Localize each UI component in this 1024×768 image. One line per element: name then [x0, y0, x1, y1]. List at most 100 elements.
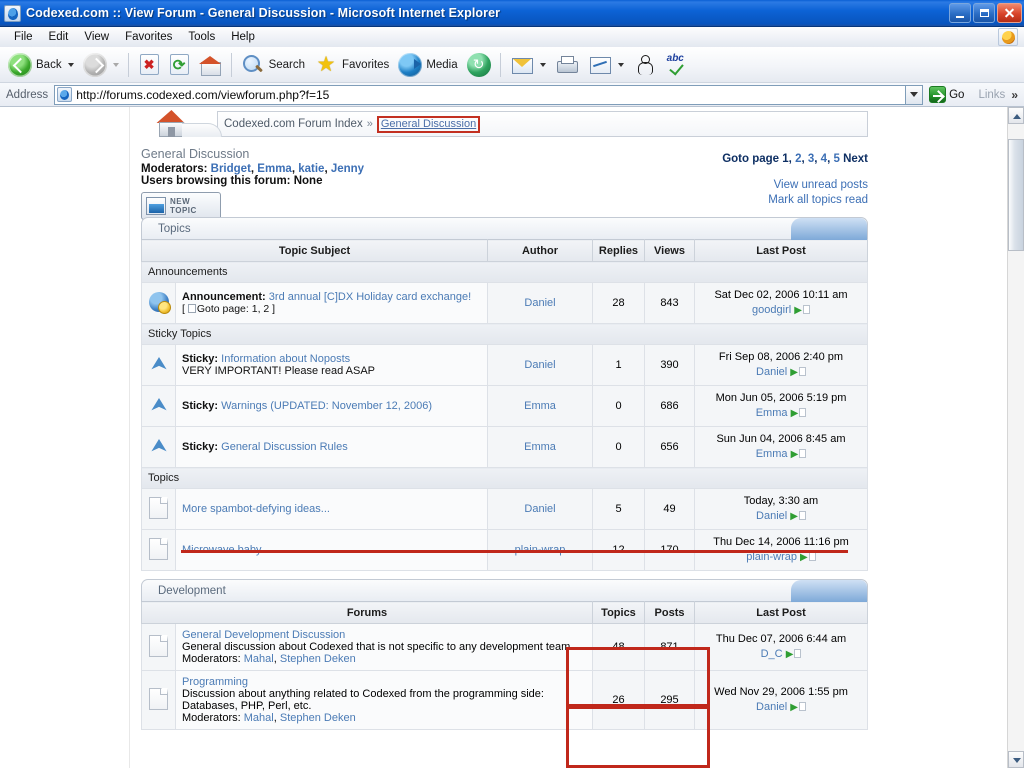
minimize-button[interactable] — [949, 3, 971, 23]
author-link[interactable]: Emma — [524, 400, 556, 412]
media-icon — [398, 52, 423, 77]
last-post-author[interactable]: Daniel — [756, 701, 787, 713]
goto-last-post-icon[interactable]: ▶ — [791, 449, 799, 460]
goto-last-post-icon[interactable]: ▶ — [790, 367, 798, 378]
menu-item-favorites[interactable]: Favorites — [117, 30, 180, 44]
window-title: Codexed.com :: View Forum - General Disc… — [26, 6, 501, 20]
goto-last-post-icon[interactable]: ▶ — [786, 649, 794, 660]
print-button[interactable] — [551, 49, 583, 81]
last-post-author[interactable]: Emma — [756, 407, 788, 419]
author-link[interactable]: Daniel — [524, 297, 555, 309]
spellcheck-button[interactable] — [662, 49, 694, 81]
edit-dropdown-icon[interactable] — [617, 62, 624, 67]
goto-last-post-icon[interactable]: ▶ — [790, 511, 798, 522]
table-row[interactable]: Sticky: Warnings (UPDATED: November 12, … — [141, 385, 868, 427]
table-row[interactable]: Announcement: 3rd annual [C]DX Holiday c… — [141, 282, 868, 324]
moderator-link-emma[interactable]: Emma — [257, 163, 292, 175]
scroll-down-button[interactable] — [1008, 751, 1024, 768]
goto-label: Goto page — [722, 153, 780, 165]
forum-cell: General Development Discussion General d… — [175, 623, 593, 671]
topic-subject-cell: More spambot-defying ideas... — [175, 488, 488, 530]
breadcrumb-current[interactable]: General Discussion — [376, 115, 481, 133]
home-icon — [198, 53, 222, 77]
goto-page-1: 1 — [782, 153, 789, 165]
toolbar-overflow-icon[interactable]: » — [1011, 88, 1022, 102]
table-row[interactable]: Sticky: General Discussion Rules Emma 0 … — [141, 426, 868, 468]
goto-page-4[interactable]: 4 — [821, 153, 827, 165]
table-row[interactable]: Programming Discussion about anything re… — [141, 670, 868, 730]
goto-page-2[interactable]: 2 — [795, 153, 801, 165]
topic-link[interactable]: 3rd annual [C]DX Holiday card exchange! — [269, 291, 471, 303]
printer-icon — [555, 53, 579, 77]
topic-link[interactable]: Information about Noposts — [221, 353, 350, 365]
topic-link[interactable]: Warnings (UPDATED: November 12, 2006) — [221, 400, 432, 412]
author-link[interactable]: Daniel — [524, 503, 555, 515]
favorites-button[interactable]: ★ Favorites — [310, 49, 393, 81]
menu-item-edit[interactable]: Edit — [41, 30, 77, 44]
goto-last-post-icon[interactable]: ▶ — [790, 702, 798, 713]
maximize-button[interactable] — [973, 3, 995, 23]
table-row[interactable]: General Development Discussion General d… — [141, 623, 868, 671]
last-post-date: Sun Jun 04, 2006 8:45 am — [716, 433, 846, 445]
goto-last-post-icon[interactable]: ▶ — [791, 408, 799, 419]
mark-all-topics-read-link[interactable]: Mark all topics read — [722, 193, 868, 208]
author-link[interactable]: Daniel — [524, 359, 555, 371]
moderator-link-stephen-deken[interactable]: Stephen Deken — [280, 712, 356, 724]
goto-last-post-icon[interactable]: ▶ — [800, 552, 808, 563]
address-input[interactable]: http://forums.codexed.com/viewforum.php?… — [54, 84, 907, 105]
scrollbar-thumb[interactable] — [1008, 139, 1024, 251]
view-unread-posts-link[interactable]: View unread posts — [722, 178, 868, 193]
moderator-link-mahal[interactable]: Mahal — [244, 653, 274, 665]
moderators-label: Moderators: — [141, 163, 208, 175]
menu-item-view[interactable]: View — [76, 30, 117, 44]
development-tab-accent — [791, 580, 867, 602]
search-button[interactable]: Search — [237, 49, 309, 81]
refresh-button[interactable] — [166, 49, 193, 81]
back-button[interactable]: Back — [4, 49, 78, 81]
moderator-link-katie[interactable]: katie — [298, 163, 324, 175]
topic-subject-cell: Sticky: General Discussion Rules — [175, 426, 488, 468]
sticky-prefix: Sticky: — [182, 400, 219, 412]
vertical-scrollbar[interactable] — [1007, 107, 1024, 768]
last-post-author[interactable]: D_C — [761, 648, 783, 660]
table-row[interactable]: Sticky: Information about Noposts VERY I… — [141, 344, 868, 386]
edit-button[interactable] — [584, 49, 628, 81]
moderator-link-stephen-deken[interactable]: Stephen Deken — [280, 653, 356, 665]
goto-last-post-icon[interactable]: ▶ — [794, 305, 802, 316]
address-dropdown-button[interactable] — [906, 84, 924, 105]
goto-page-5[interactable]: 5 — [833, 153, 839, 165]
forward-button[interactable] — [79, 49, 123, 81]
menu-item-help[interactable]: Help — [223, 30, 263, 44]
messenger-button[interactable] — [629, 49, 661, 81]
moderator-link-mahal[interactable]: Mahal — [244, 712, 274, 724]
mail-button[interactable] — [506, 49, 550, 81]
menu-item-file[interactable]: File — [6, 30, 41, 44]
goto-next[interactable]: Next — [843, 153, 868, 165]
forum-link[interactable]: Programming — [182, 676, 248, 688]
last-post-author[interactable]: Emma — [756, 448, 788, 460]
author-link[interactable]: Emma — [524, 441, 556, 453]
forum-link[interactable]: General Development Discussion — [182, 629, 345, 641]
topic-link[interactable]: More spambot-defying ideas... — [182, 503, 330, 515]
moderator-link-bridget[interactable]: Bridget — [211, 163, 251, 175]
topic-link[interactable]: General Discussion Rules — [221, 441, 348, 453]
scroll-up-button[interactable] — [1008, 107, 1024, 124]
last-post-author[interactable]: goodgirl — [752, 304, 791, 316]
history-button[interactable] — [463, 49, 495, 81]
moderator-link-jenny[interactable]: Jenny — [331, 163, 364, 175]
stop-button[interactable] — [134, 49, 165, 81]
table-row[interactable]: More spambot-defying ideas... Daniel 5 4… — [141, 488, 868, 530]
close-button[interactable] — [997, 3, 1022, 23]
go-button[interactable]: Go — [923, 86, 972, 103]
last-post-author[interactable]: Daniel — [756, 510, 787, 522]
breadcrumb-root[interactable]: Codexed.com Forum Index — [224, 118, 363, 130]
links-label[interactable]: Links — [972, 89, 1011, 101]
new-topic-button[interactable]: NEW TOPIC — [141, 192, 221, 220]
goto-page-3[interactable]: 3 — [808, 153, 814, 165]
mail-dropdown-icon[interactable] — [539, 62, 546, 67]
media-button[interactable]: Media — [394, 49, 461, 81]
menu-item-tools[interactable]: Tools — [180, 30, 223, 44]
last-post-author[interactable]: Daniel — [756, 366, 787, 378]
home-button[interactable] — [194, 49, 226, 81]
back-dropdown-icon[interactable] — [67, 62, 74, 67]
